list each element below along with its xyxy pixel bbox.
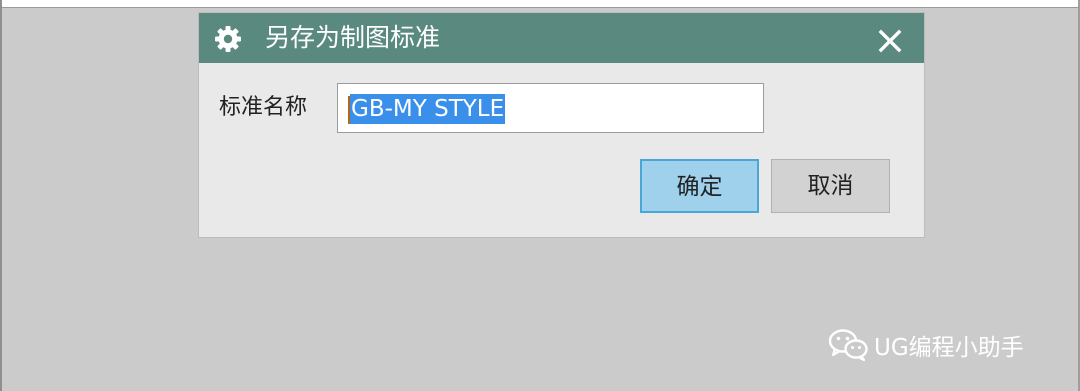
standard-name-input[interactable]: GB-MY STYLE: [337, 83, 764, 133]
save-as-drafting-standard-dialog: 另存为制图标准 标准名称 GB-MY STYLE 确定 取消: [198, 12, 925, 238]
text-caret: [348, 96, 350, 124]
window-top-edge: [0, 0, 1080, 8]
ok-button[interactable]: 确定: [640, 159, 759, 213]
standard-name-label: 标准名称: [219, 95, 308, 120]
watermark: UG编程小助手: [826, 326, 1024, 364]
standard-name-value[interactable]: GB-MY STYLE: [350, 94, 506, 124]
window-left-edge: [0, 0, 2, 391]
watermark-text: UG编程小助手: [874, 335, 1024, 361]
dialog-title: 另存为制图标准: [265, 23, 441, 52]
cancel-button[interactable]: 取消: [771, 159, 890, 213]
wechat-icon: [828, 329, 868, 362]
close-icon[interactable]: [874, 25, 906, 57]
dialog-titlebar: 另存为制图标准: [199, 13, 924, 63]
gear-icon: [215, 26, 241, 52]
